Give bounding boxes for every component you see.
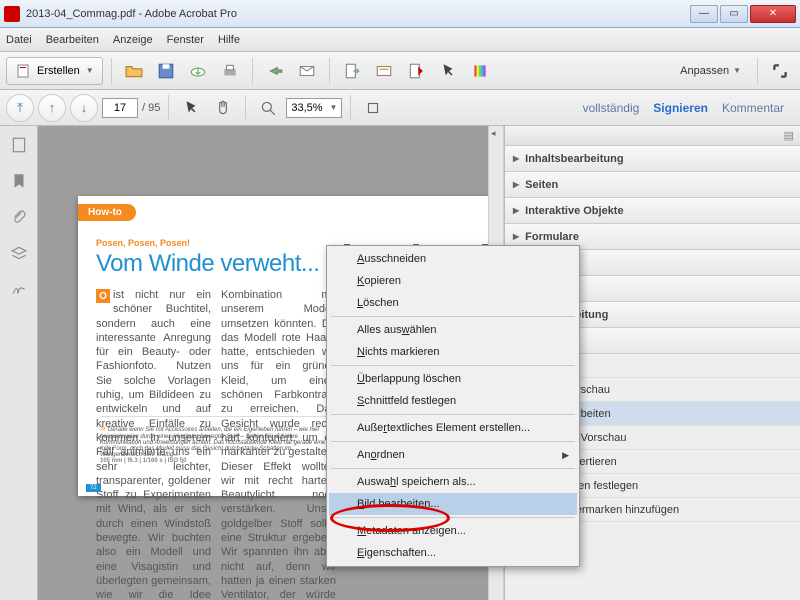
rotate-button[interactable] (359, 94, 387, 122)
ctx-show-metadata[interactable]: Metadaten anzeigen... (329, 520, 577, 542)
bookmark-icon[interactable] (8, 170, 30, 192)
menu-help[interactable]: Hilfe (218, 34, 240, 46)
select-tool[interactable] (177, 94, 205, 122)
ctx-arrange[interactable]: Anordnen▶ (329, 444, 577, 466)
page-total: / 95 (142, 102, 160, 114)
zoom-tool[interactable] (254, 94, 282, 122)
create-button[interactable]: Erstellen ▼ (6, 57, 103, 85)
dropdown-icon: ▼ (86, 66, 94, 75)
ctx-copy[interactable]: Kopieren (329, 270, 577, 292)
titlebar: 2013-04_Commag.pdf - Adobe Acrobat Pro —… (0, 0, 800, 28)
customize-button[interactable]: Anpassen ▼ (672, 65, 749, 77)
ctx-properties[interactable]: Eigenschaften... (329, 542, 577, 564)
open-button[interactable] (120, 57, 148, 85)
submenu-arrow-icon: ▶ (562, 450, 569, 461)
menu-edit[interactable]: Bearbeiten (46, 34, 99, 46)
print-button[interactable] (216, 57, 244, 85)
create-label: Erstellen (37, 65, 80, 77)
ctx-cut[interactable]: AAusschneidenusschneiden (329, 248, 577, 270)
expand-icon[interactable]: ◂ (491, 128, 496, 139)
floppy-icon (157, 62, 175, 80)
menu-file[interactable]: Datei (6, 34, 32, 46)
link-full[interactable]: vollständig (583, 101, 640, 115)
cloud-icon (189, 62, 207, 80)
next-page-button[interactable]: ↓ (70, 94, 98, 122)
section-interactive[interactable]: ▶Interaktive Objekte (505, 198, 800, 224)
headline: Vom Winde verweht... (96, 250, 319, 278)
cloud-button[interactable] (184, 57, 212, 85)
section-content-editing[interactable]: ▶Inhaltsbearbeitung (505, 146, 800, 172)
dropdown-icon: ▼ (733, 66, 741, 75)
ctx-save-selection[interactable]: Auswahl speichern als... (329, 471, 577, 493)
first-page-button[interactable]: ⤒ (6, 94, 34, 122)
zoom-input[interactable]: 33,5% ▼ (286, 98, 342, 118)
ctx-delete[interactable]: Löschen (329, 292, 577, 314)
cursor-icon (439, 62, 457, 80)
hand-tool[interactable] (209, 94, 237, 122)
cursor-button[interactable] (434, 57, 462, 85)
maximize-button[interactable]: ▭ (720, 5, 748, 23)
ctx-select-all[interactable]: Alles auswählen (329, 319, 577, 341)
page-input[interactable] (102, 98, 138, 118)
menubar: Datei Bearbeiten Anzeige Fenster Hilfe (0, 28, 800, 52)
thumbnails-icon[interactable] (8, 134, 30, 156)
layers-icon[interactable] (8, 242, 30, 264)
share-button[interactable] (261, 57, 289, 85)
expand-icon (771, 62, 789, 80)
customize-label: Anpassen (680, 65, 729, 77)
kicker: Posen, Posen, Posen! (96, 238, 190, 248)
attachment-icon[interactable] (8, 206, 30, 228)
zoom-value: 33,5% (291, 102, 322, 114)
color-button[interactable] (466, 57, 494, 85)
minimize-button[interactable]: — (690, 5, 718, 23)
signatures-icon[interactable] (8, 278, 30, 300)
edit-button[interactable] (402, 57, 430, 85)
context-menu: AAusschneidenusschneiden Kopieren Lösche… (326, 245, 580, 567)
scan-button[interactable] (370, 57, 398, 85)
ctx-create-artifact[interactable]: Außertextliches Element erstellen... (329, 417, 577, 439)
ctx-select-none[interactable]: Nichts markieren (329, 341, 577, 363)
window-title: 2013-04_Commag.pdf - Adobe Acrobat Pro (26, 8, 688, 20)
print-icon (221, 62, 239, 80)
magnifier-icon (259, 99, 277, 117)
category-badge: How-to (78, 204, 136, 221)
hand-icon (214, 99, 232, 117)
close-button[interactable]: ✕ (750, 5, 796, 23)
photo-meta: 105 mm | f6.3 | 1/160 s | ISO 50 (100, 458, 186, 464)
ctx-clear-overlap[interactable]: Überlappung löschen (329, 368, 577, 390)
share-icon (266, 62, 284, 80)
prev-page-button[interactable]: ↑ (38, 94, 66, 122)
menu-window[interactable]: Fenster (167, 34, 204, 46)
page-number-badge: 72 (86, 484, 101, 492)
ctx-edit-image[interactable]: Bild bearbeiten... (329, 493, 577, 515)
pointer-icon (182, 99, 200, 117)
export-button[interactable] (338, 57, 366, 85)
folder-open-icon (125, 62, 143, 80)
document-export-icon (343, 62, 361, 80)
rotate-icon (364, 99, 382, 117)
panel-menu-icon[interactable]: ▤ (784, 129, 794, 142)
edit-text-icon (407, 62, 425, 80)
nav-toolbar: ⤒ ↑ ↓ / 95 33,5%▼ vollständig Signieren … (0, 90, 800, 126)
nav-pane (0, 126, 38, 600)
rainbow-icon (471, 62, 489, 80)
ctx-set-crop[interactable]: Schnittfeld festlegen (329, 390, 577, 412)
app-icon (4, 6, 20, 22)
scan-icon (375, 62, 393, 80)
main-toolbar: Erstellen ▼ Anpassen ▼ (0, 52, 800, 90)
link-sign[interactable]: Signieren (653, 101, 708, 115)
pull-quote: Gerade wenn Sie mit Accessoires arbeiten… (100, 416, 330, 458)
dropdown-icon: ▼ (329, 103, 337, 112)
create-icon (15, 63, 31, 79)
fullscreen-button[interactable] (766, 57, 794, 85)
section-pages[interactable]: ▶Seiten (505, 172, 800, 198)
tools-header: ▤ (505, 126, 800, 146)
envelope-icon (298, 62, 316, 80)
email-button[interactable] (293, 57, 321, 85)
menu-view[interactable]: Anzeige (113, 34, 153, 46)
link-comment[interactable]: Kommentar (722, 101, 784, 115)
save-button[interactable] (152, 57, 180, 85)
